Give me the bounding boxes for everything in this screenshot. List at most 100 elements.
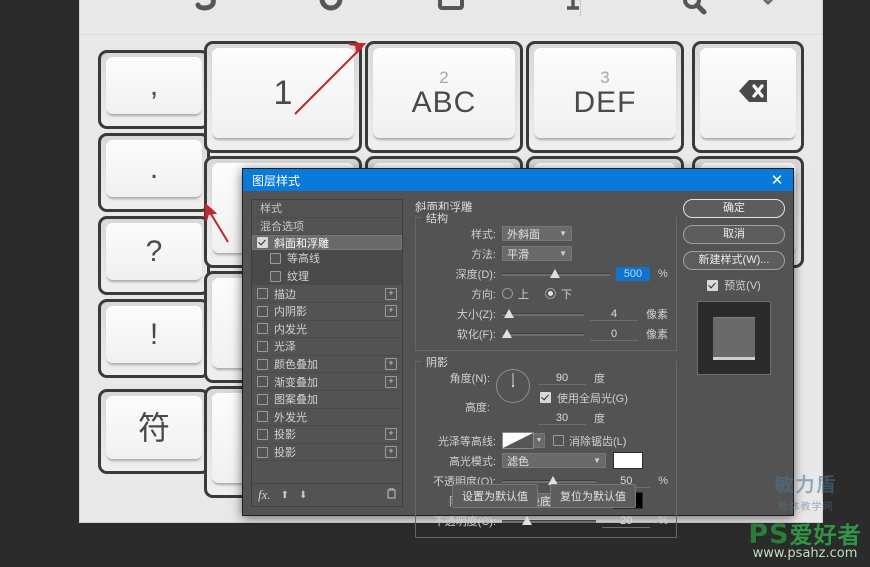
size-label: 大小(Z): xyxy=(456,308,496,321)
key-1[interactable]: 1 xyxy=(204,41,362,153)
key-exclamation[interactable]: ! xyxy=(98,299,210,378)
style-item-satin[interactable]: 光泽 xyxy=(252,338,402,356)
key-3[interactable]: 3 DEF xyxy=(526,41,684,153)
depth-slider[interactable] xyxy=(502,266,610,281)
antialias-checkbox[interactable] xyxy=(553,435,564,446)
style-item-texture[interactable]: 纹理 xyxy=(252,267,402,286)
style-checkbox[interactable] xyxy=(257,428,268,440)
move-up-icon[interactable]: ⬆ xyxy=(281,490,289,501)
ok-button[interactable]: 确定 xyxy=(683,199,785,218)
global-light-checkbox[interactable] xyxy=(540,392,551,403)
keyboard-icon[interactable] xyxy=(428,0,474,20)
chevron-down-icon[interactable]: ▼ xyxy=(534,433,545,448)
reset-default-button[interactable]: 复位为默认值 xyxy=(550,484,636,508)
style-item-contour[interactable]: 等高线 xyxy=(252,250,402,268)
add-icon[interactable]: + xyxy=(385,287,397,300)
key-2[interactable]: 2 ABC xyxy=(365,41,523,153)
style-checkbox[interactable] xyxy=(257,305,268,317)
slider-knob[interactable] xyxy=(522,516,532,525)
style-item-inner-shadow[interactable]: 内阴影 + xyxy=(252,303,402,321)
undo-icon[interactable] xyxy=(185,0,231,20)
search-icon[interactable] xyxy=(670,0,716,20)
watermark-psahz-logo: PS爱好者 xyxy=(748,516,861,550)
style-item-drop-shadow-2[interactable]: 投影 + xyxy=(252,444,402,462)
cancel-button[interactable]: 取消 xyxy=(683,225,785,244)
shadow-opacity-input[interactable]: 20 xyxy=(602,514,651,528)
preview-toggle[interactable]: 预览(V) xyxy=(683,277,785,293)
key-period[interactable]: . xyxy=(98,133,210,212)
style-item-drop-shadow-1[interactable]: 投影 + xyxy=(252,426,402,444)
style-item-outer-glow[interactable]: 外发光 xyxy=(252,409,402,427)
style-checkbox[interactable] xyxy=(257,411,268,423)
style-item-gradient-overlay[interactable]: 渐变叠加 + xyxy=(252,373,402,391)
watermark-site-line2: 标体教学网 xyxy=(778,501,834,513)
slider-knob[interactable] xyxy=(504,309,514,318)
gloss-contour-label: 光泽等高线: xyxy=(437,435,496,448)
styles-header-styles[interactable]: 样式 xyxy=(252,200,402,218)
method-select[interactable]: 平滑 ▼ xyxy=(502,246,572,261)
key-question[interactable]: ? xyxy=(98,216,210,295)
preview-checkbox[interactable] xyxy=(707,279,719,291)
styles-header-blending[interactable]: 混合选项 xyxy=(252,218,402,236)
set-default-button[interactable]: 设置为默认值 xyxy=(452,484,538,508)
highlight-mode-select[interactable]: 滤色 ▼ xyxy=(502,453,606,468)
slider-knob[interactable] xyxy=(502,329,512,338)
style-checkbox[interactable] xyxy=(257,358,268,370)
style-checkbox[interactable] xyxy=(270,270,281,282)
style-checkbox[interactable] xyxy=(270,252,281,264)
antialias-field[interactable]: 消除锯齿(L) xyxy=(553,433,626,449)
soften-input[interactable]: 0 xyxy=(590,327,638,341)
style-item-label: 内阴影 xyxy=(274,306,307,319)
style-item-pattern-overlay[interactable]: 图案叠加 xyxy=(252,391,402,409)
angle-label: 角度(N): xyxy=(449,372,490,385)
add-icon[interactable]: + xyxy=(385,358,397,371)
style-item-stroke[interactable]: 描边 + xyxy=(252,285,402,303)
style-checkbox[interactable] xyxy=(257,323,268,335)
soften-slider[interactable] xyxy=(502,326,584,341)
style-checkbox[interactable] xyxy=(257,376,268,388)
direction-down-radio[interactable] xyxy=(545,288,556,299)
style-item-inner-glow[interactable]: 内发光 xyxy=(252,321,402,339)
shadow-opacity-slider[interactable] xyxy=(502,513,597,528)
slider-knob[interactable] xyxy=(550,269,560,278)
close-icon[interactable]: ✕ xyxy=(767,170,787,190)
redo-icon[interactable] xyxy=(308,0,354,20)
key-backspace[interactable] xyxy=(692,41,804,153)
style-checkbox[interactable] xyxy=(257,288,268,300)
text-cursor-icon[interactable] xyxy=(550,0,596,20)
style-checkbox[interactable] xyxy=(257,237,268,249)
style-item-bevel-emboss[interactable]: 斜面和浮雕 xyxy=(252,235,402,251)
angle-input[interactable]: 90 xyxy=(538,371,586,385)
add-icon[interactable]: + xyxy=(385,428,397,441)
chevron-down-icon[interactable] xyxy=(745,0,791,20)
angle-dial[interactable] xyxy=(496,369,530,403)
add-icon[interactable]: + xyxy=(385,305,397,318)
move-down-icon[interactable]: ⬇ xyxy=(299,490,307,501)
key-comma[interactable]: , xyxy=(98,50,210,129)
layer-style-dialog[interactable]: 图层样式 ✕ 样式 混合选项 斜面和浮雕 等高线 纹理 描边 + 内阴影 + 内… xyxy=(242,168,794,538)
gloss-contour-picker[interactable]: ▼ xyxy=(502,432,545,449)
global-light-row: 使用全局光(G) xyxy=(538,389,668,406)
style-checkbox[interactable] xyxy=(257,446,268,458)
watermark-url: www.psahz.com xyxy=(752,545,858,561)
new-style-button[interactable]: 新建样式(W)... xyxy=(683,251,785,270)
style-checkbox[interactable] xyxy=(257,340,268,352)
size-slider[interactable] xyxy=(502,306,584,321)
global-light-label: 使用全局光(G) xyxy=(557,392,628,405)
direction-up-radio[interactable] xyxy=(502,288,513,299)
depth-input[interactable]: 500 xyxy=(616,266,650,281)
style-item-color-overlay[interactable]: 颜色叠加 + xyxy=(252,356,402,374)
add-icon[interactable]: + xyxy=(385,446,397,459)
fx-icon[interactable]: fx. xyxy=(258,487,271,503)
style-item-label: 描边 xyxy=(274,288,296,301)
style-item-label: 渐变叠加 xyxy=(274,376,318,389)
style-select[interactable]: 外斜面 ▼ xyxy=(502,226,572,241)
key-symbol[interactable]: 符 xyxy=(98,389,210,474)
altitude-input[interactable]: 30 xyxy=(538,411,586,425)
highlight-color-swatch[interactable] xyxy=(613,452,643,469)
style-checkbox[interactable] xyxy=(257,393,268,405)
key-label: ? xyxy=(145,234,163,268)
add-icon[interactable]: + xyxy=(385,375,397,388)
size-input[interactable]: 4 xyxy=(590,307,638,321)
delete-icon[interactable] xyxy=(387,487,396,502)
